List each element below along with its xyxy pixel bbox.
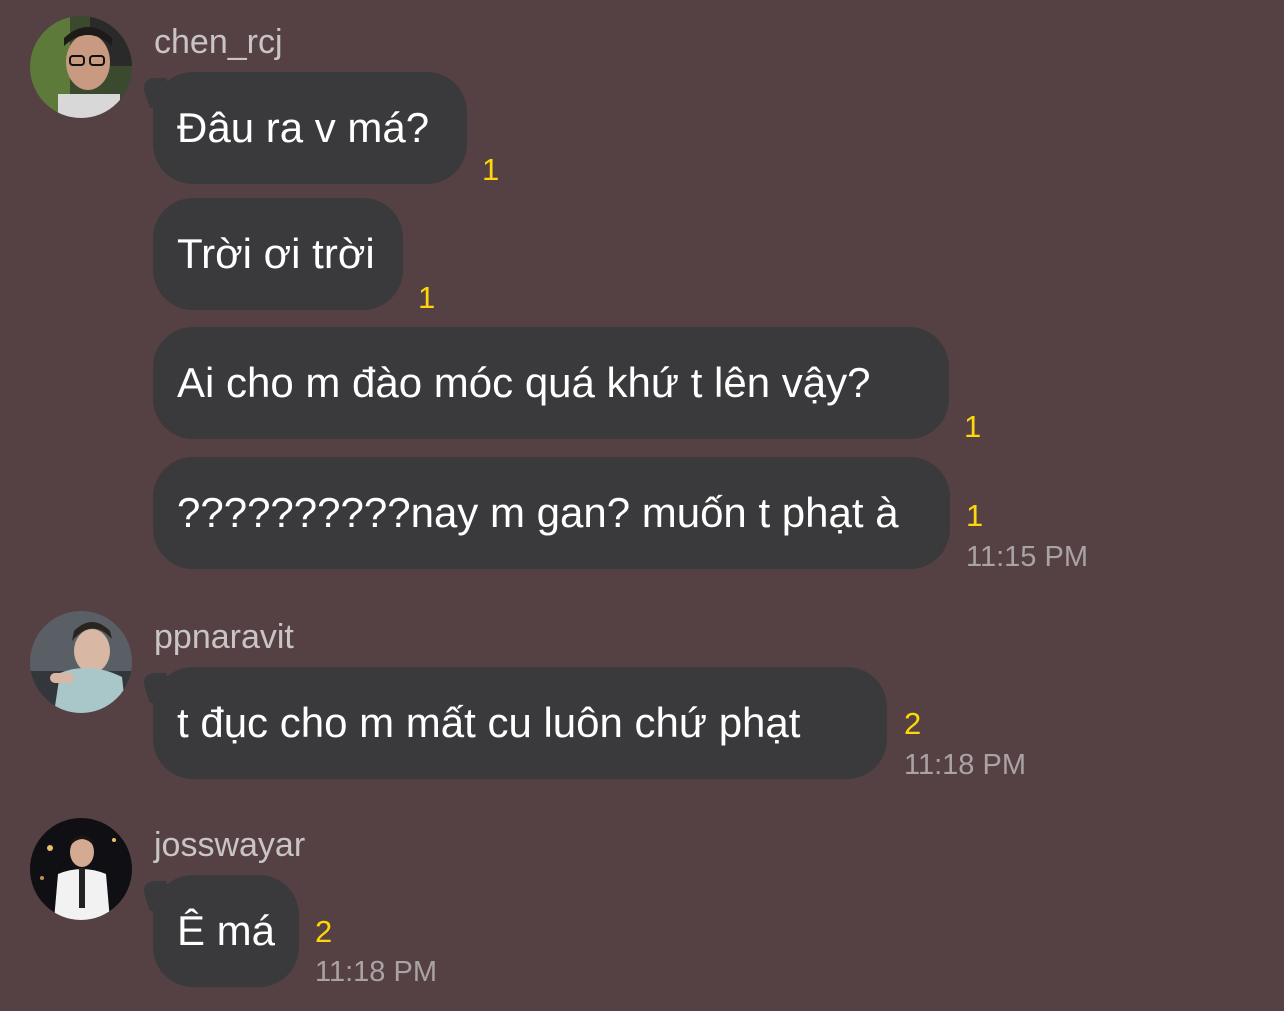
- message-bubble[interactable]: Trời ơi trời: [153, 198, 403, 310]
- avatar-photo-icon: [30, 818, 132, 920]
- message-bubble[interactable]: ??????????nay m gan? muốn t phạt à: [153, 457, 950, 569]
- username-ppnaravit[interactable]: ppnaravit: [154, 617, 294, 657]
- timestamp: 11:18 PM: [315, 956, 437, 988]
- username-chen-rcj[interactable]: chen_rcj: [154, 22, 283, 62]
- message-bubble[interactable]: Đâu ra v má?: [153, 72, 467, 184]
- message-text: Ai cho m đào móc quá khứ t lên vậy?: [177, 359, 871, 406]
- message-text: Ê má: [177, 907, 276, 954]
- unread-count: 1: [418, 280, 436, 315]
- avatar-photo-icon: [30, 16, 132, 118]
- avatar-josswayar[interactable]: [30, 818, 132, 920]
- unread-count: 1: [482, 152, 500, 187]
- avatar-ppnaravit[interactable]: [30, 611, 132, 713]
- message-text: Đâu ra v má?: [177, 104, 430, 151]
- unread-count: 1: [964, 409, 982, 444]
- timestamp: 11:18 PM: [904, 749, 1026, 781]
- message-bubble[interactable]: Ê má: [153, 875, 299, 987]
- avatar-photo-icon: [30, 611, 132, 713]
- timestamp: 11:15 PM: [966, 541, 1088, 573]
- username-josswayar[interactable]: josswayar: [154, 825, 305, 865]
- avatar-chen-rcj[interactable]: [30, 16, 132, 118]
- unread-count: 1: [966, 498, 984, 533]
- message-text: t đục cho m mất cu luôn chứ phạt: [177, 699, 801, 746]
- message-text: ??????????nay m gan? muốn t phạt à: [177, 489, 899, 536]
- message-bubble[interactable]: t đục cho m mất cu luôn chứ phạt: [153, 667, 887, 779]
- unread-count: 2: [904, 706, 922, 741]
- message-bubble[interactable]: Ai cho m đào móc quá khứ t lên vậy?: [153, 327, 949, 439]
- message-text: Trời ơi trời: [177, 230, 375, 277]
- unread-count: 2: [315, 914, 333, 949]
